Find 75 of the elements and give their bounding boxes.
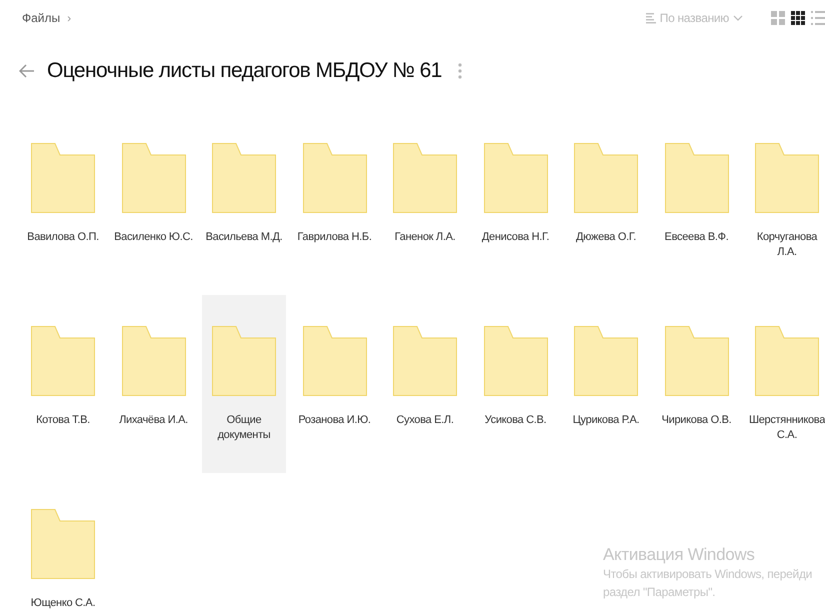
folder-icon <box>574 143 638 213</box>
folder-item[interactable]: Гаврилова Н.Б. <box>292 112 376 290</box>
folder-name: Лихачёва И.А. <box>118 413 189 428</box>
folder-item[interactable]: Ганенок Л.А. <box>383 112 467 290</box>
folder-name: Ющенко С.А. <box>30 596 96 611</box>
folder-item[interactable]: Розанова И.Ю. <box>292 295 376 473</box>
folder-item[interactable]: Лихачёва И.А. <box>112 295 196 473</box>
list-view-icon <box>811 11 825 25</box>
folder-icon <box>393 143 457 213</box>
folder-name: Вавилова О.П. <box>26 230 100 245</box>
folder-icon <box>484 143 548 213</box>
folder-name: Котова Т.В. <box>35 413 91 428</box>
activation-text: Чтобы активировать Windows, перейди <box>603 566 812 583</box>
grid-view-icon <box>771 11 785 25</box>
folder-name: Шерстянникова С.А. <box>748 413 825 443</box>
folder-item[interactable]: Усикова С.В. <box>474 295 558 473</box>
folder-title: Оценочные листы педагогов МБДОУ № 61 <box>47 59 442 83</box>
folder-icon <box>755 143 819 213</box>
back-arrow-icon <box>19 64 35 78</box>
folder-item[interactable]: Чирикова О.В. <box>654 295 738 473</box>
folder-icon <box>31 326 95 396</box>
folder-item[interactable]: Общие документы <box>202 295 286 473</box>
view-toggle[interactable] <box>771 11 785 25</box>
folder-item[interactable]: Василенко Ю.С. <box>112 112 196 290</box>
folder-name: Сухова Е.Л. <box>395 413 455 428</box>
more-dots-icon <box>458 63 462 79</box>
folder-icon <box>484 326 548 396</box>
folder-item[interactable]: Ющенко С.А. <box>21 478 105 611</box>
folder-name: Общие документы <box>216 413 272 443</box>
folder-icon <box>212 326 276 396</box>
folder-item[interactable]: Денисова Н.Г. <box>474 112 558 290</box>
folder-item[interactable]: Цурикова Р.А. <box>564 295 648 473</box>
back-button[interactable] <box>19 64 35 78</box>
folder-name: Корчуганова Л.А. <box>756 230 818 260</box>
folder-icon <box>664 326 728 396</box>
folder-item[interactable]: Вавилова О.П. <box>21 112 105 290</box>
folder-icon <box>302 143 366 213</box>
folder-icon <box>574 326 638 396</box>
folder-item[interactable]: Котова Т.В. <box>21 295 105 473</box>
view-toggle[interactable] <box>791 11 805 25</box>
folder-name: Гаврилова Н.Б. <box>296 230 373 245</box>
folder-name: Дюжева О.Г. <box>575 230 637 245</box>
folder-name: Васильева М.Д. <box>204 230 284 245</box>
folder-item[interactable]: Дюжева О.Г. <box>564 112 648 290</box>
folder-name: Ганенок Л.А. <box>394 230 456 245</box>
folder-icon <box>755 326 819 396</box>
folder-icon <box>31 143 95 213</box>
folder-icon <box>393 326 457 396</box>
folder-name: Розанова И.Ю. <box>297 413 372 428</box>
folder-item[interactable]: Корчуганова Л.А. <box>745 112 825 290</box>
folder-icon <box>212 143 276 213</box>
folder-icon <box>122 326 186 396</box>
chevron-down-icon <box>733 14 743 22</box>
more-button[interactable] <box>458 63 462 79</box>
folder-name: Чирикова О.В. <box>660 413 732 428</box>
folder-item[interactable]: Шерстянникова С.А. <box>745 295 825 473</box>
grid-view-icon <box>791 11 805 25</box>
folder-item[interactable]: Сухова Е.Л. <box>383 295 467 473</box>
sort-icon <box>646 12 656 24</box>
breadcrumb-link[interactable]: Файлы <box>22 11 60 25</box>
folder-name: Усикова С.В. <box>484 413 548 428</box>
folder-icon <box>664 143 728 213</box>
activation-heading: Активация Windows <box>603 545 756 565</box>
folder-name: Евсеева В.Ф. <box>664 230 730 245</box>
folder-item[interactable]: Васильева М.Д. <box>202 112 286 290</box>
folder-item[interactable]: Евсеева В.Ф. <box>654 112 738 290</box>
view-toggle[interactable] <box>811 11 825 25</box>
folder-name: Денисова Н.Г. <box>480 230 550 245</box>
activation-text: раздел "Параметры". <box>603 584 716 601</box>
folder-name: Василенко Ю.С. <box>113 230 194 245</box>
breadcrumb-separator: › <box>67 11 72 25</box>
folder-name: Цурикова Р.А. <box>572 413 640 428</box>
folder-icon <box>122 143 186 213</box>
folder-icon <box>31 509 95 579</box>
folder-icon <box>302 326 366 396</box>
